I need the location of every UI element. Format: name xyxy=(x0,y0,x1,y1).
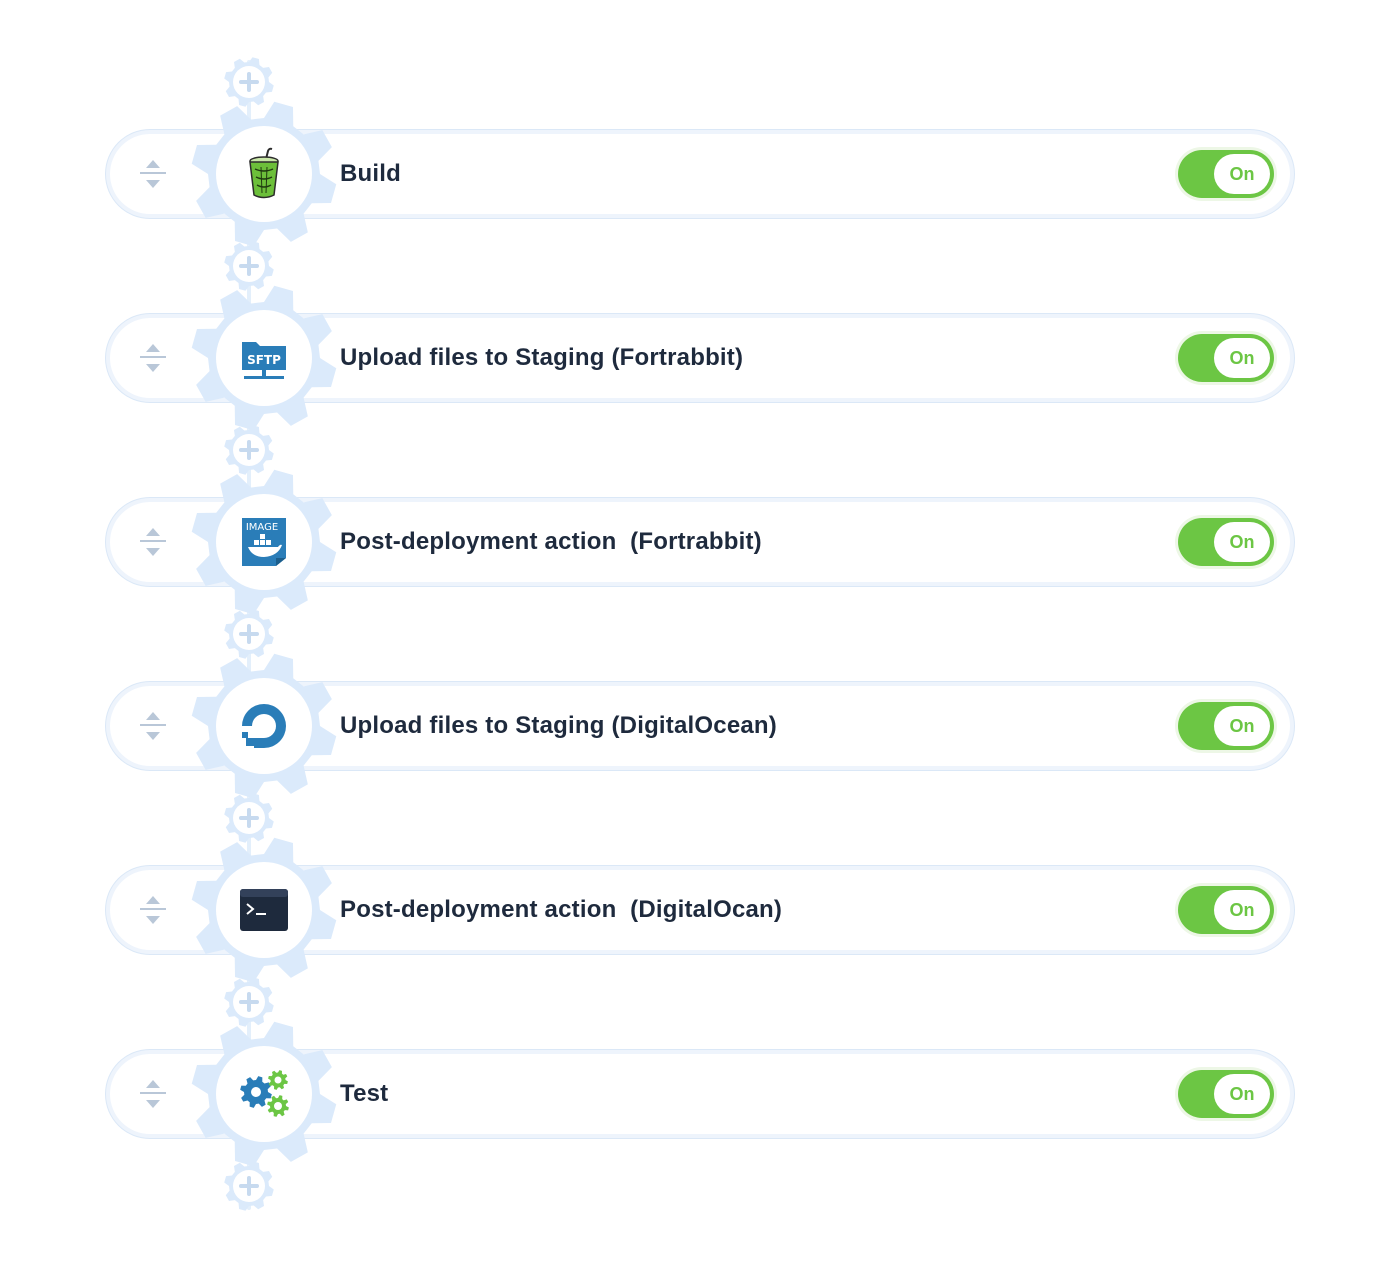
action-label[interactable]: Post-deployment action (DigitalOcan) xyxy=(340,870,782,950)
action-label[interactable]: Test xyxy=(340,1054,388,1134)
reorder-arrows-icon[interactable] xyxy=(138,710,168,742)
toggle-label: On xyxy=(1214,154,1270,194)
toggle-label: On xyxy=(1214,890,1270,930)
action-toggle[interactable]: On xyxy=(1178,1070,1274,1118)
action-gear xyxy=(190,1020,338,1168)
image-text: IMAGE xyxy=(246,522,278,533)
action-label[interactable]: Upload files to Staging (Fortrabbit) xyxy=(340,318,743,398)
action-toggle[interactable]: On xyxy=(1178,518,1274,566)
action-label[interactable]: Post-deployment action (Fortrabbit) xyxy=(340,502,762,582)
reorder-arrows-icon[interactable] xyxy=(138,526,168,558)
action-toggle[interactable]: On xyxy=(1178,702,1274,750)
action-gear: IMAGE xyxy=(190,468,338,616)
action-label[interactable]: Upload files to Staging (DigitalOcean) xyxy=(340,686,777,766)
sftp-text: SFTP xyxy=(247,353,281,367)
toggle-label: On xyxy=(1214,706,1270,746)
pipeline-action-row[interactable]: SFTP Upload files to Staging (Fortrabbit… xyxy=(110,285,1290,431)
toggle-label: On xyxy=(1214,522,1270,562)
reorder-arrows-icon[interactable] xyxy=(138,1078,168,1110)
action-toggle[interactable]: On xyxy=(1178,334,1274,382)
action-gear xyxy=(190,100,338,248)
reorder-arrows-icon[interactable] xyxy=(138,894,168,926)
digitalocean-icon xyxy=(234,696,294,756)
action-gear xyxy=(190,652,338,800)
action-gear xyxy=(190,836,338,984)
reorder-arrows-icon[interactable] xyxy=(138,158,168,190)
docker-image-icon: IMAGE xyxy=(234,512,294,572)
action-toggle[interactable]: On xyxy=(1178,150,1274,198)
terminal-icon xyxy=(234,880,294,940)
gulp-cup-icon xyxy=(234,144,294,204)
toggle-label: On xyxy=(1214,1074,1270,1114)
sftp-icon: SFTP xyxy=(234,328,294,388)
pipeline-action-row[interactable]: Build On xyxy=(110,101,1290,247)
toggle-label: On xyxy=(1214,338,1270,378)
action-gear: SFTP xyxy=(190,284,338,432)
action-toggle[interactable]: On xyxy=(1178,886,1274,934)
pipeline-action-row[interactable]: Upload files to Staging (DigitalOcean) O… xyxy=(110,653,1290,799)
action-label[interactable]: Build xyxy=(340,134,401,214)
pipeline-action-row[interactable]: IMAGE Post-deployment action (Fortrabbit… xyxy=(110,469,1290,615)
pipeline-action-row[interactable]: Test On xyxy=(110,1021,1290,1167)
gears-icon xyxy=(234,1064,294,1124)
pipeline-action-row[interactable]: Post-deployment action (DigitalOcan) On xyxy=(110,837,1290,983)
reorder-arrows-icon[interactable] xyxy=(138,342,168,374)
